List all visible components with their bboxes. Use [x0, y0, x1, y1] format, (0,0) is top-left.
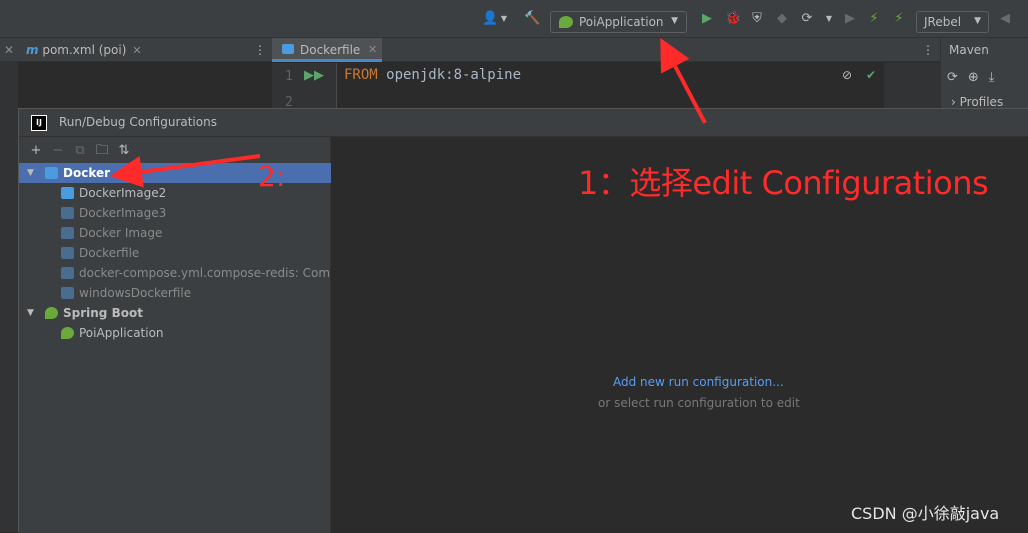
annotation-step-1: 1：选择edit Configurations [578, 164, 989, 202]
csdn-watermark: CSDN @小徐敲java [851, 504, 1000, 523]
arrow-to-run-config [660, 37, 707, 124]
arrow-to-docker [110, 154, 261, 188]
annotation-arrows [110, 37, 707, 188]
annotation-step-2: 2: [258, 160, 286, 193]
